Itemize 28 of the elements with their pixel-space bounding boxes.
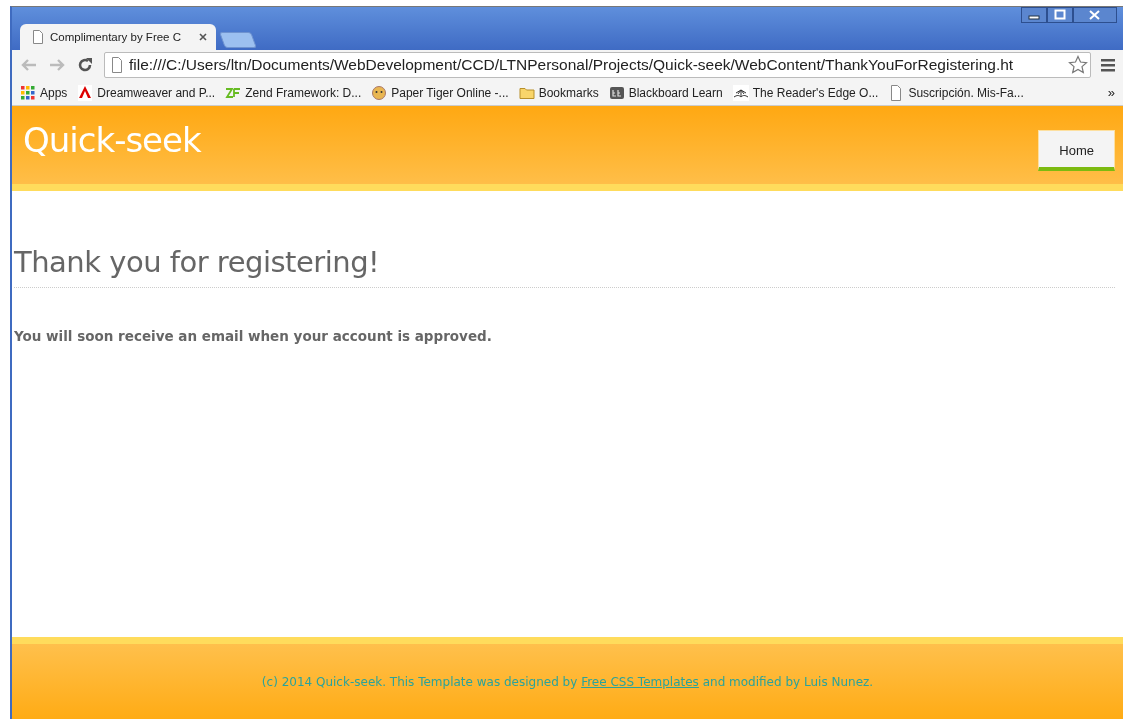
grid-icon <box>20 84 36 101</box>
footer-text: (c) 2014 Quick-seek. This Template was designed by Free CSS Templates and modified by Luis Nunez. <box>261 675 874 689</box>
logo-icon <box>608 84 625 101</box>
overflow-chevron[interactable]: » <box>1107 85 1115 100</box>
close-icon[interactable] <box>1073 7 1117 23</box>
menu-icon[interactable] <box>1101 58 1115 72</box>
bookmark-item[interactable]: Apps <box>20 84 68 101</box>
reload-icon[interactable] <box>76 56 94 74</box>
message-text: You will soon receive an email when your account is approved. <box>14 328 493 344</box>
maximize-icon[interactable] <box>1047 7 1073 23</box>
tiger-face-icon <box>371 84 388 101</box>
page-icon <box>111 57 123 73</box>
bookmark-item[interactable]: Suscripción. Mis-Fa... <box>888 84 1024 101</box>
address-bar[interactable]: file:///C:/Users/ltn/Documents/WebDevelopment/CCD/LTNPersonal/Projects/Quick-seek/WebContent/ThankYouForRegistering.ht <box>104 52 1091 78</box>
logo-icon <box>77 84 94 101</box>
bookmark-item[interactable]: Paper Tiger Online -... <box>371 84 509 101</box>
bookmark-item[interactable]: The Reader's Edge O... <box>732 84 879 101</box>
browser-tab[interactable]: Complimentary by Free C <box>20 24 216 50</box>
page-icon <box>32 30 44 44</box>
bookmark-item[interactable]: Bookmarks <box>518 84 599 101</box>
bookmark-item[interactable]: Dreamweaver and P... <box>77 84 216 101</box>
page-heading: Thank you for registering! <box>14 245 1115 288</box>
nav-link[interactable]: Home <box>1038 130 1115 171</box>
bookmark-item[interactable]: Blackboard Learn <box>608 84 723 101</box>
site-title: Quick-seek <box>23 120 201 162</box>
close-icon[interactable] <box>198 32 208 42</box>
star-icon[interactable] <box>1068 55 1088 75</box>
bookmark-item[interactable]: Zend Framework: D... <box>225 84 362 101</box>
